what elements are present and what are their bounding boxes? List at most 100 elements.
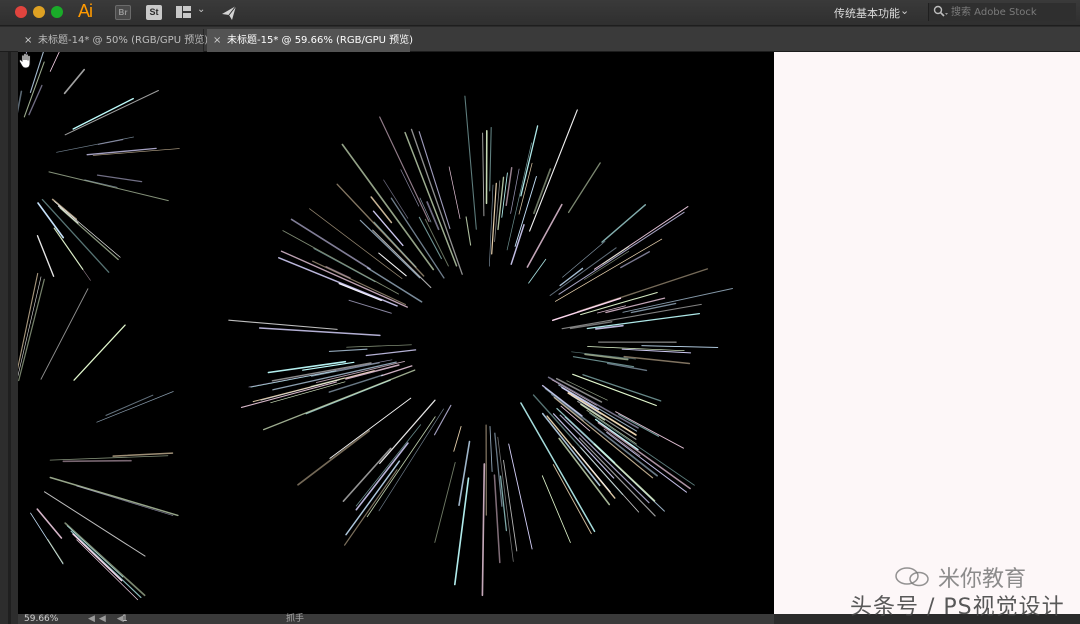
left-bottom-burst — [18, 272, 179, 601]
light-streak — [493, 474, 501, 564]
arrange-documents-button[interactable]: ⌄ — [176, 4, 206, 21]
light-streak — [76, 539, 139, 601]
light-streak — [404, 131, 458, 267]
light-streak — [481, 463, 486, 597]
light-streak — [228, 319, 338, 330]
light-streak — [355, 424, 422, 507]
light-streak — [381, 365, 413, 377]
light-streak — [23, 61, 45, 118]
light-streak — [601, 204, 647, 243]
document-tab[interactable]: × 未标题-14* @ 50% (RGB/GPU 预览) — [18, 29, 208, 52]
light-streak — [344, 469, 398, 546]
chevron-down-icon[interactable]: ⌄ — [900, 4, 909, 17]
light-streak — [297, 429, 371, 486]
light-streak — [258, 327, 381, 337]
light-streak — [70, 530, 142, 599]
light-streak — [526, 203, 563, 268]
light-streak — [41, 198, 110, 273]
hand-icon — [18, 53, 31, 69]
light-streak — [366, 416, 436, 518]
light-streak — [618, 414, 660, 437]
document-tab-active[interactable]: × 未标题-15* @ 59.66% (RGB/GPU 预览) — [207, 29, 414, 52]
light-streak — [510, 168, 520, 214]
window-minimize-button[interactable] — [33, 6, 45, 18]
light-streak — [96, 391, 174, 423]
light-streak — [497, 176, 505, 231]
light-streak — [453, 425, 462, 452]
search-input[interactable] — [951, 4, 1075, 20]
workspace-switcher[interactable]: 传统基本功能 — [834, 5, 900, 21]
light-streak — [47, 538, 64, 564]
artboard-canvas[interactable] — [18, 52, 774, 614]
light-streak — [346, 344, 412, 348]
light-streak — [270, 381, 346, 404]
light-streak — [419, 197, 432, 223]
light-streak — [606, 362, 648, 372]
light-streak — [84, 179, 118, 188]
light-streak — [434, 462, 456, 543]
zoom-level[interactable]: 59.66% — [24, 613, 58, 624]
light-streak — [329, 397, 412, 459]
light-streak — [520, 125, 539, 197]
light-streak — [606, 431, 688, 493]
illustrator-logo: Ai — [78, 1, 93, 21]
light-streak — [567, 162, 601, 214]
rocket-icon[interactable] — [219, 3, 239, 23]
light-streak — [53, 227, 84, 270]
light-streak — [508, 443, 533, 550]
light-streak — [533, 168, 552, 215]
light-streak — [482, 132, 485, 217]
tab-label: 未标题-14* @ 50% (RGB/GPU 预览) — [38, 35, 209, 46]
artboard-number[interactable]: 1 — [122, 613, 128, 624]
light-streak — [553, 397, 654, 479]
light-streak — [345, 460, 401, 536]
light-streak — [248, 359, 393, 388]
chevron-down-icon: ⌄ — [197, 4, 206, 15]
document-tab-bar: × 未标题-14* @ 50% (RGB/GPU 预览) × 未标题-15* @… — [0, 27, 1080, 52]
light-streak — [383, 179, 409, 219]
light-streak — [641, 345, 719, 348]
application-bar: Ai Br St ⌄ 传统基本功能 ⌄ — [0, 0, 1080, 26]
light-streak — [418, 216, 442, 260]
light-streak — [73, 324, 126, 381]
light-streak — [310, 377, 346, 387]
light-streak — [66, 525, 124, 578]
light-streak — [546, 415, 616, 499]
light-streak — [562, 241, 606, 278]
light-streak — [29, 52, 44, 93]
light-streak — [379, 399, 436, 465]
light-streak — [572, 356, 635, 368]
stock-icon[interactable]: St — [146, 5, 162, 20]
tab-label: 未标题-15* @ 59.66% (RGB/GPU 预览) — [227, 35, 414, 46]
light-streak — [341, 143, 435, 271]
light-streak — [510, 224, 525, 265]
light-streak — [105, 394, 154, 416]
window-close-button[interactable] — [15, 6, 27, 18]
light-streak — [280, 250, 408, 308]
light-streak — [559, 267, 584, 287]
left-top-burst — [18, 52, 180, 281]
light-streak — [620, 251, 651, 269]
light-streak — [18, 90, 23, 114]
search-icon[interactable] — [933, 5, 949, 19]
light-streak — [49, 476, 179, 517]
light-streak — [464, 95, 477, 230]
light-streak — [602, 246, 630, 265]
light-streak — [64, 89, 159, 136]
close-icon[interactable]: × — [213, 29, 221, 52]
light-streak — [72, 97, 134, 130]
main-burst — [228, 95, 733, 597]
light-streak — [96, 174, 143, 183]
light-streak — [582, 374, 662, 402]
light-streak — [76, 485, 174, 516]
close-icon[interactable]: × — [24, 29, 32, 52]
light-streak — [465, 216, 472, 246]
window-maximize-button[interactable] — [51, 6, 63, 18]
light-streak — [348, 299, 392, 314]
light-streak — [97, 139, 124, 145]
light-streak — [400, 169, 420, 207]
bridge-icon[interactable]: Br — [115, 5, 131, 20]
light-streak — [355, 442, 409, 511]
light-streak — [18, 278, 45, 382]
wechat-logo-icon — [895, 567, 929, 587]
